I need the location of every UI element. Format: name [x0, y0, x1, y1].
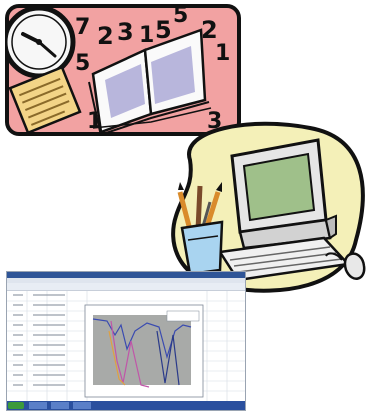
toolbar [7, 283, 245, 291]
digit: 2 [97, 22, 114, 50]
taskbar-item [73, 402, 91, 409]
taskbar-item [29, 402, 47, 409]
digit: 5 [155, 16, 172, 44]
digit: 5 [75, 51, 90, 76]
spreadsheet-grid [7, 291, 245, 403]
digit: 2 [201, 16, 218, 44]
digit: 5 [173, 4, 188, 28]
digit: 3 [117, 18, 134, 46]
embedded-chart [84, 304, 204, 398]
digit: 1 [215, 41, 230, 66]
study-clipart: 7 2 3 1 5 5 2 1 5 1 3 [5, 4, 241, 136]
chart-legend [166, 310, 200, 322]
digit: 1 [139, 23, 154, 48]
sheet-drawing [7, 291, 245, 403]
start-button [8, 402, 24, 409]
taskbar [7, 401, 245, 410]
clock-icon [5, 5, 76, 79]
spreadsheet-thumbnail [6, 271, 246, 411]
digit: 7 [75, 15, 90, 40]
taskbar-item [51, 402, 69, 409]
